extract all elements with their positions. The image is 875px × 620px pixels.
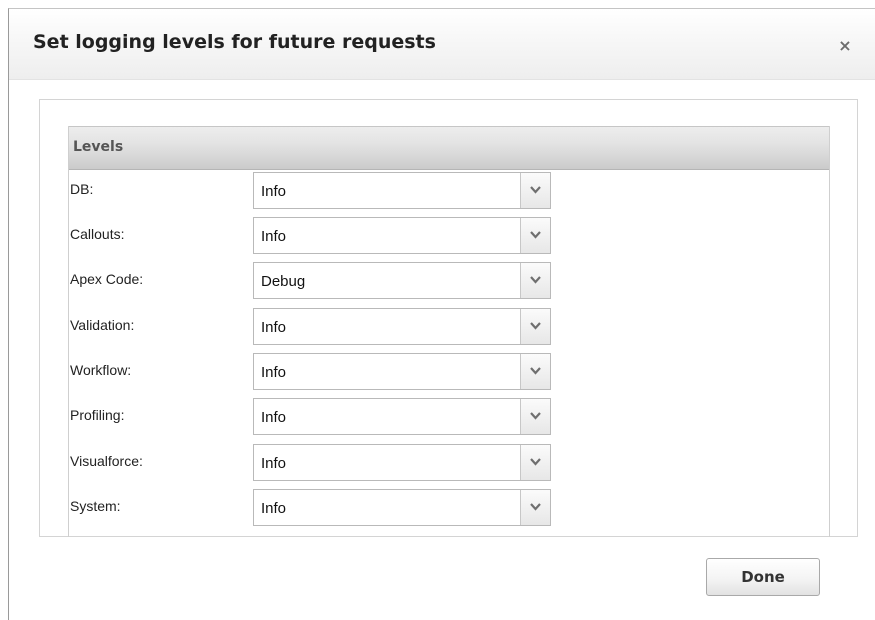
profiling-level-select[interactable]: Info <box>253 398 551 435</box>
level-row-system: System: Info <box>69 487 829 529</box>
level-label: Validation: <box>70 317 135 333</box>
visualforce-level-select[interactable]: Info <box>253 444 551 481</box>
dialog-content: Levels DB: Info Callouts: Info Apex Code… <box>39 99 858 537</box>
level-select-value: Info <box>261 455 287 472</box>
logging-levels-dialog: Set logging levels for future requests ×… <box>8 8 875 620</box>
done-button[interactable]: Done <box>706 558 820 596</box>
level-label: Apex Code: <box>70 271 144 287</box>
level-select-value: Info <box>261 319 287 336</box>
level-label: System: <box>70 498 121 514</box>
level-label: Workflow: <box>70 362 132 378</box>
level-row-apex-code: Apex Code: Debug <box>69 260 829 302</box>
levels-section-title: Levels <box>73 139 124 155</box>
dialog-header: Set logging levels for future requests × <box>9 9 875 80</box>
level-select-value: Info <box>261 500 287 517</box>
levels-panel: Levels DB: Info Callouts: Info Apex Code… <box>68 126 830 537</box>
chevron-down-icon[interactable] <box>520 445 550 480</box>
level-label: Visualforce: <box>70 453 143 469</box>
chevron-down-icon[interactable] <box>520 399 550 434</box>
level-select-value: Info <box>261 364 287 381</box>
levels-section-header: Levels <box>69 126 829 170</box>
chevron-down-icon[interactable] <box>520 490 550 525</box>
level-label: DB: <box>70 181 94 197</box>
level-row-db: DB: Info <box>69 170 829 212</box>
level-row-workflow: Workflow: Info <box>69 351 829 393</box>
system-level-select[interactable]: Info <box>253 489 551 526</box>
level-select-value: Debug <box>261 273 306 290</box>
level-row-profiling: Profiling: Info <box>69 396 829 438</box>
callouts-level-select[interactable]: Info <box>253 217 551 254</box>
db-level-select[interactable]: Info <box>253 172 551 209</box>
level-select-value: Info <box>261 409 287 426</box>
level-label: Profiling: <box>70 407 125 423</box>
workflow-level-select[interactable]: Info <box>253 353 551 390</box>
level-label: Callouts: <box>70 226 125 242</box>
apex-code-level-select[interactable]: Debug <box>253 262 551 299</box>
chevron-down-icon[interactable] <box>520 263 550 298</box>
level-row-validation: Validation: Info <box>69 306 829 348</box>
level-select-value: Info <box>261 228 287 245</box>
close-icon[interactable]: × <box>835 35 855 55</box>
chevron-down-icon[interactable] <box>520 309 550 344</box>
validation-level-select[interactable]: Info <box>253 308 551 345</box>
dialog-title: Set logging levels for future requests <box>33 31 436 53</box>
chevron-down-icon[interactable] <box>520 173 550 208</box>
level-row-callouts: Callouts: Info <box>69 215 829 257</box>
level-select-value: Info <box>261 183 287 200</box>
chevron-down-icon[interactable] <box>520 354 550 389</box>
chevron-down-icon[interactable] <box>520 218 550 253</box>
level-row-visualforce: Visualforce: Info <box>69 442 829 484</box>
